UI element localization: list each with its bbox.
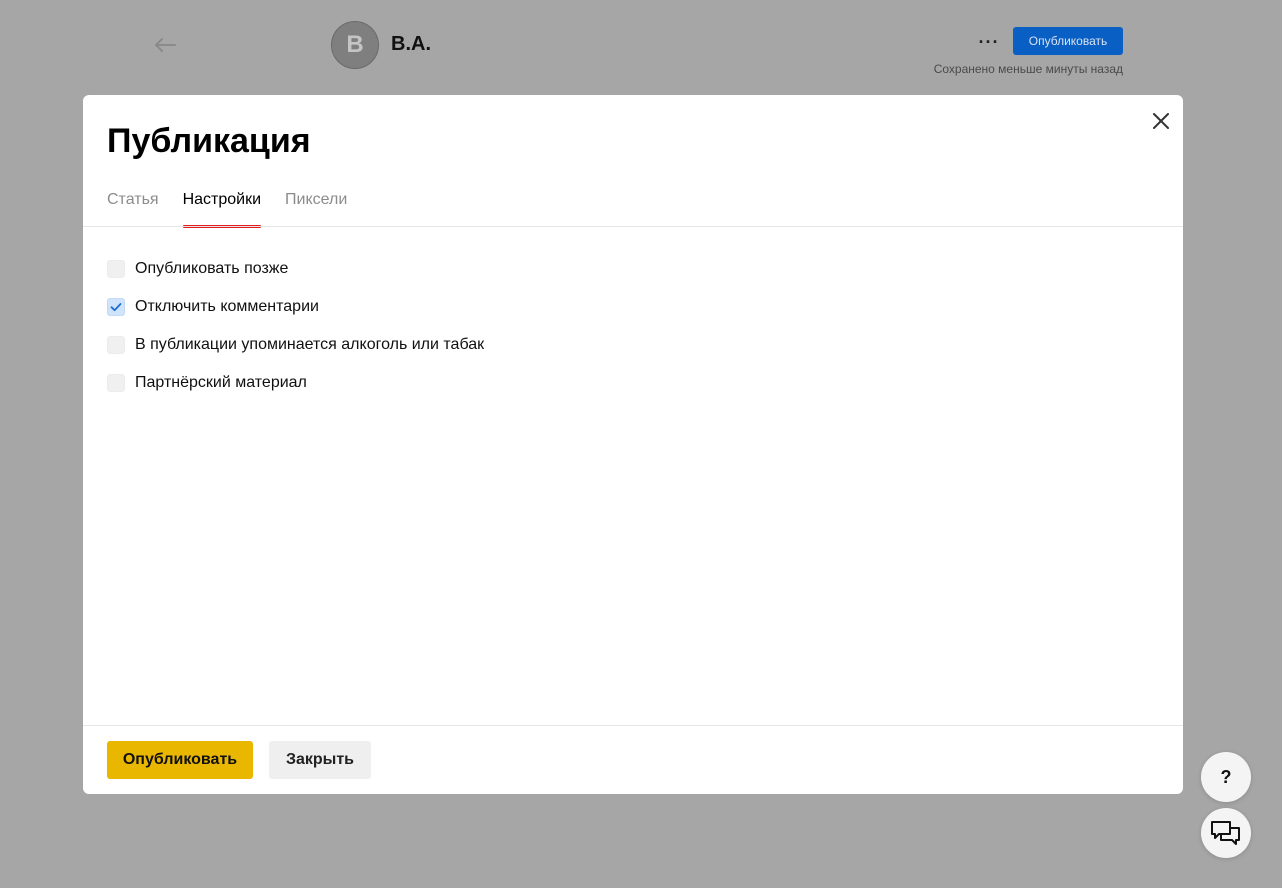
tab-pixels[interactable]: Пиксели [285, 191, 347, 227]
author-name[interactable]: B.A. [391, 33, 431, 56]
publication-modal: Публикация Статья Настройки Пиксели Опуб… [83, 95, 1183, 794]
option-publish-later[interactable]: Опубликовать позже [107, 259, 484, 279]
save-status-text: Сохранено меньше минуты назад [933, 62, 1123, 76]
disable-comments-checkbox[interactable] [107, 298, 125, 316]
option-alcohol-tobacco[interactable]: В публикации упоминается алкоголь или та… [107, 335, 484, 355]
chat-button[interactable] [1201, 808, 1251, 858]
tabs-divider [83, 226, 1183, 227]
close-button[interactable]: Закрыть [269, 741, 371, 779]
close-icon [1153, 113, 1169, 129]
option-label: Партнёрский материал [135, 374, 307, 391]
settings-options: Опубликовать позже Отключить комментарии… [107, 259, 484, 411]
more-dots-icon: ··· [978, 31, 1000, 52]
help-button[interactable]: ? [1201, 752, 1251, 802]
top-publish-button[interactable]: Опубликовать [1013, 27, 1123, 55]
option-partner-material[interactable]: Партнёрский материал [107, 373, 484, 393]
checkmark-icon [110, 303, 122, 312]
chat-bubbles-icon [1211, 821, 1240, 845]
footer-divider [83, 725, 1183, 726]
option-label: Опубликовать позже [135, 260, 289, 277]
tab-article[interactable]: Статья [107, 191, 159, 227]
avatar[interactable]: B [331, 21, 379, 69]
option-label: Отключить комментарии [135, 298, 319, 315]
editor-top-bar: B B.A. ··· Опубликовать Сохранено меньше… [0, 0, 1282, 95]
modal-title: Публикация [107, 122, 311, 160]
modal-close-button[interactable] [1147, 107, 1175, 135]
alcohol-tobacco-checkbox[interactable] [107, 336, 125, 354]
publish-button[interactable]: Опубликовать [107, 741, 253, 779]
partner-material-checkbox[interactable] [107, 374, 125, 392]
back-button[interactable] [150, 32, 180, 58]
help-icon: ? [1220, 766, 1232, 787]
tab-settings[interactable]: Настройки [182, 191, 262, 228]
publish-later-checkbox[interactable] [107, 260, 125, 278]
modal-tabs: Статья Настройки Пиксели [107, 191, 371, 228]
arrow-left-icon [155, 38, 176, 52]
option-disable-comments[interactable]: Отключить комментарии [107, 297, 484, 317]
more-options-button[interactable]: ··· [975, 30, 1003, 54]
option-label: В публикации упоминается алкоголь или та… [135, 336, 485, 353]
